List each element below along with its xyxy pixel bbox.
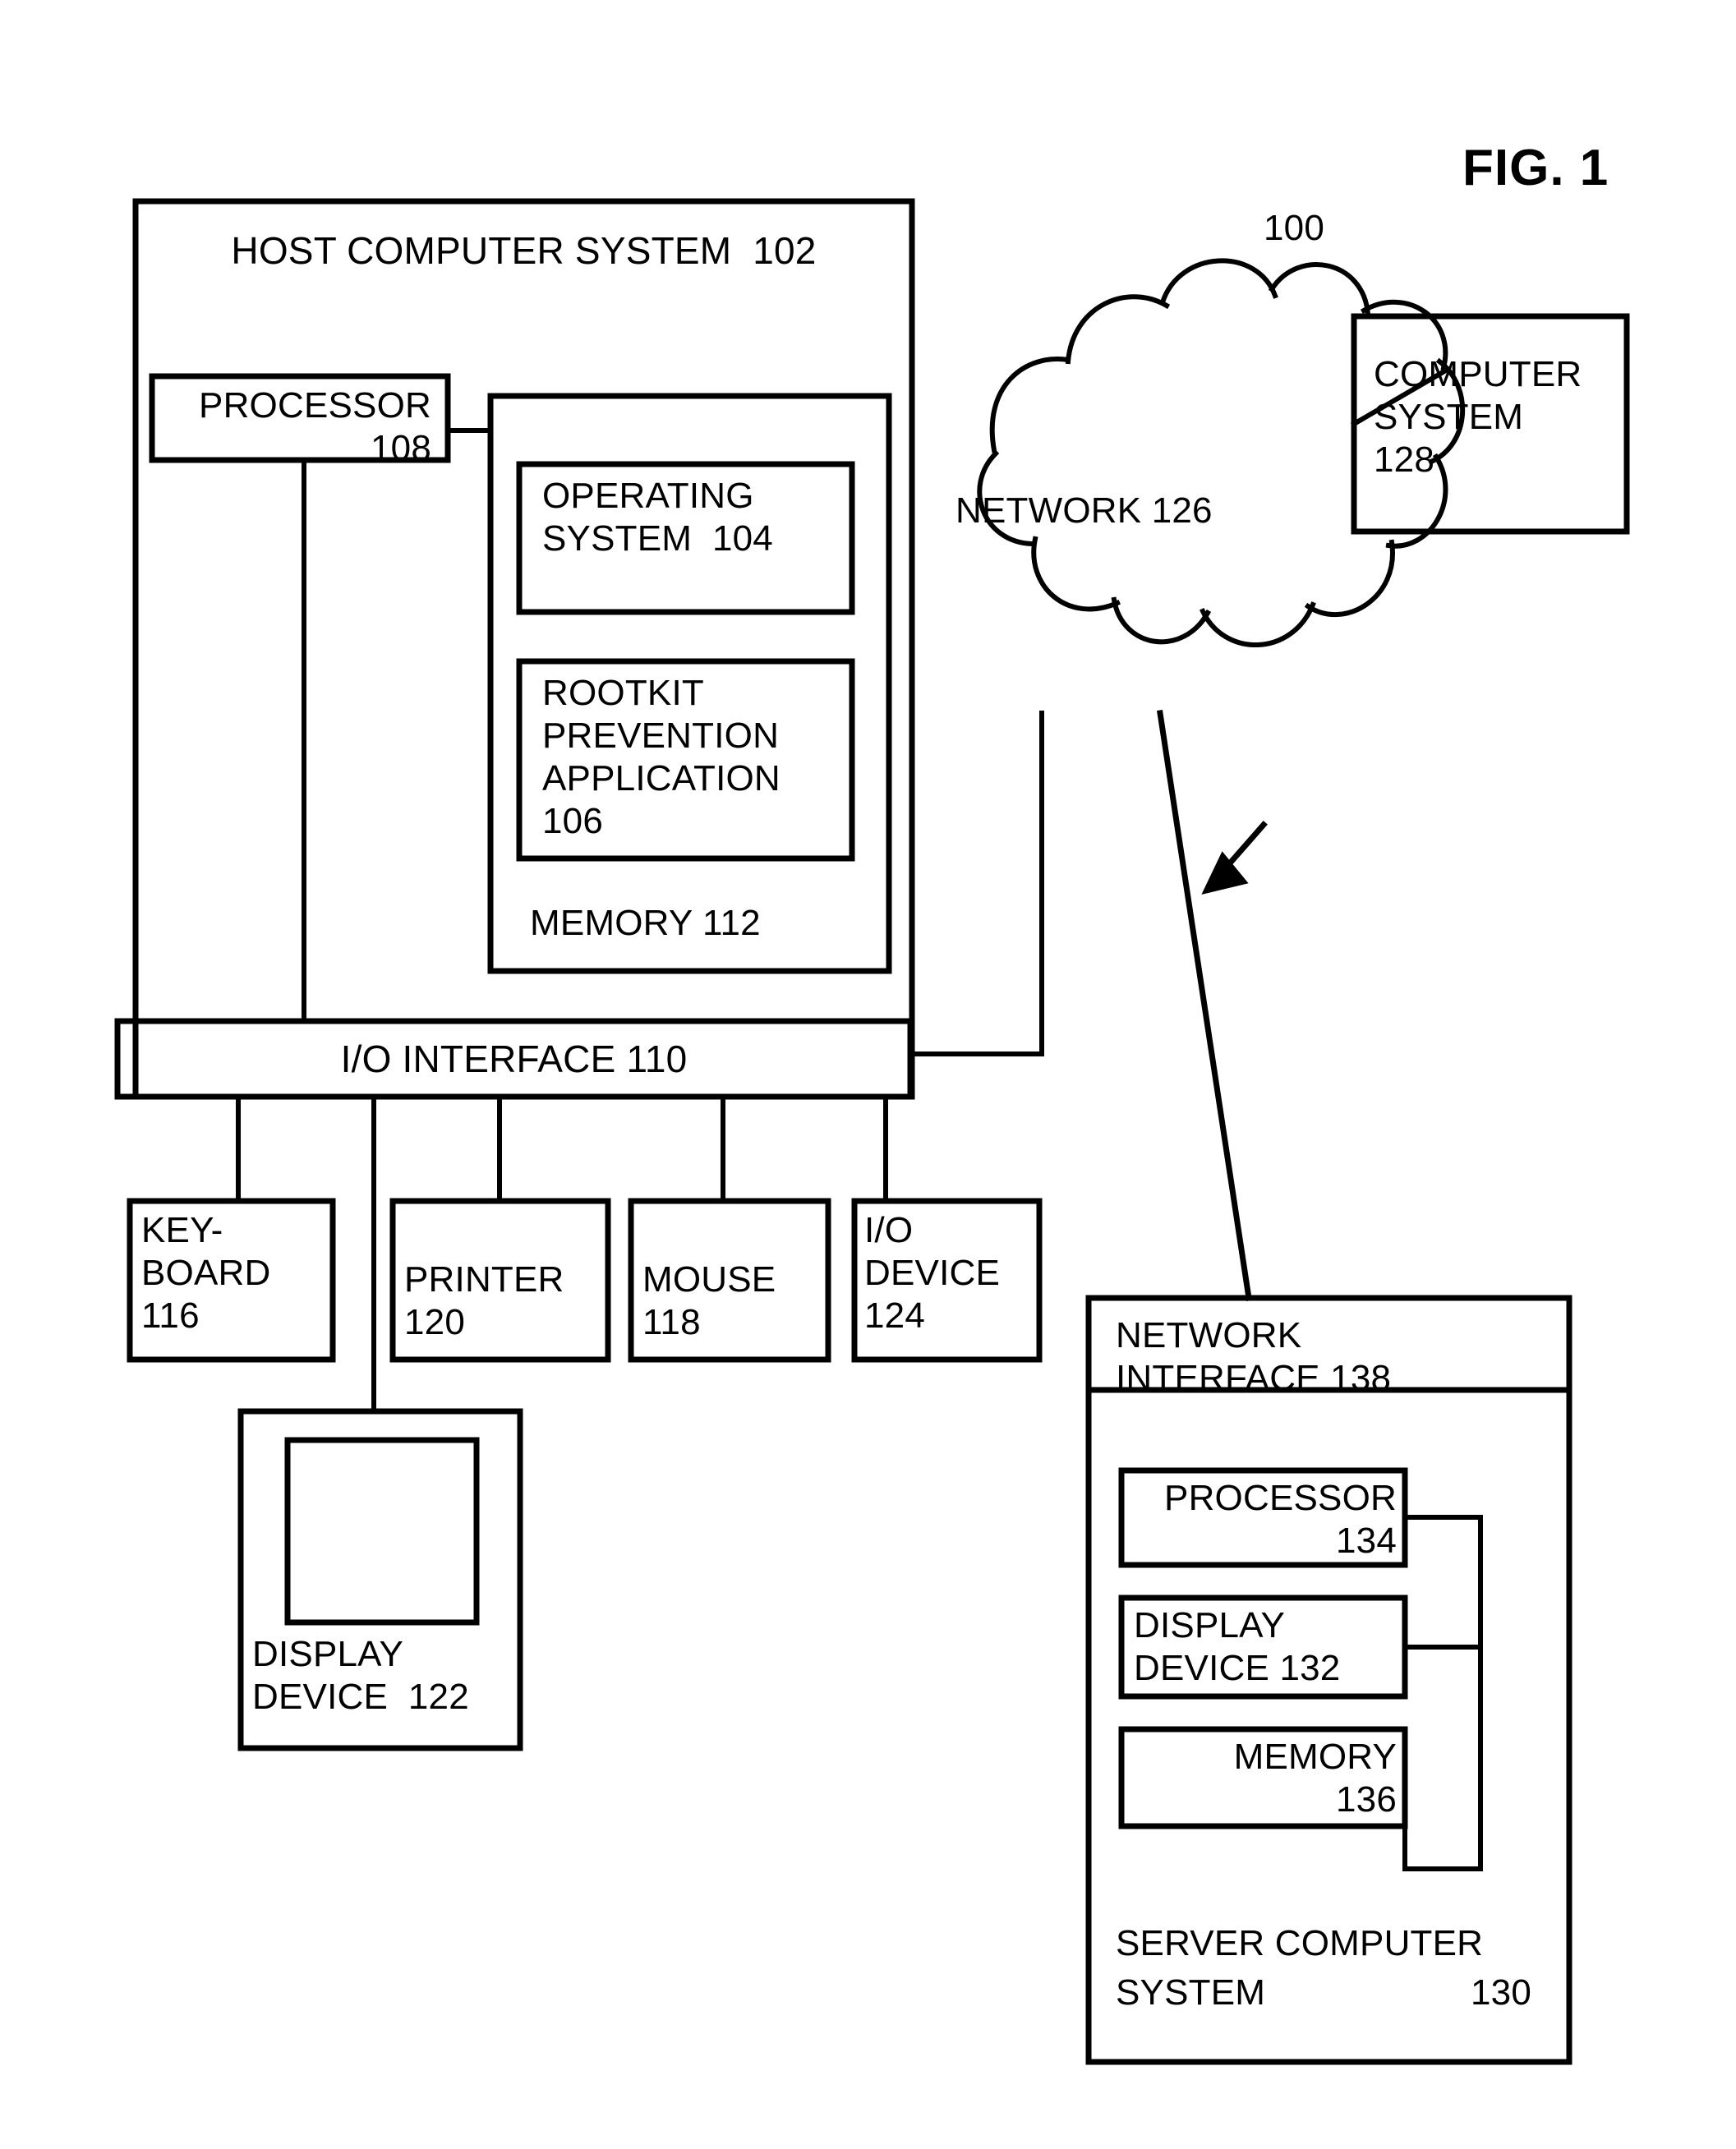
operating-system-label: OPERATING SYSTEM 104 xyxy=(542,476,773,559)
host-computer-system-box xyxy=(132,198,915,1100)
processor-label: PROCESSOR 108 xyxy=(199,385,431,468)
server-computer-system-number: 130 xyxy=(1471,1972,1532,2013)
io-interface-label: I/O INTERFACE 110 xyxy=(340,1038,688,1080)
io-interface-to-network-line xyxy=(908,711,1044,1056)
patent-figure-1: FIG. 1 100 HOST COMPUTER SYSTEM 102 PROC… xyxy=(0,0,1736,2149)
rootkit-prevention-application-label: ROOTKIT PREVENTION APPLICATION 106 xyxy=(542,673,781,841)
reference-numeral-100: 100 xyxy=(1264,208,1325,248)
computer-system-128-label: COMPUTER SYSTEM 128 xyxy=(1374,354,1582,480)
server-processor-label: PROCESSOR 134 xyxy=(1164,1478,1397,1561)
display-device-label: DISPLAY DEVICE 122 xyxy=(252,1634,469,1717)
memory-label: MEMORY 112 xyxy=(530,903,761,943)
server-display-device-label: DISPLAY DEVICE 132 xyxy=(1134,1605,1341,1688)
reference-100-arrowhead xyxy=(1201,851,1249,895)
display-screen-inner xyxy=(284,1437,480,1626)
io-device-label: I/O DEVICE 124 xyxy=(864,1210,1001,1336)
server-memory-label: MEMORY 136 xyxy=(1233,1737,1397,1820)
host-computer-system-title: HOST COMPUTER SYSTEM 102 xyxy=(231,229,817,272)
printer-label: PRINTER 120 xyxy=(404,1259,564,1342)
server-computer-system-title-line2: SYSTEM xyxy=(1116,1972,1266,2013)
network-to-server-line xyxy=(1157,710,1252,1301)
mouse-label: MOUSE 118 xyxy=(642,1259,776,1342)
server-computer-system-title-line1: SERVER COMPUTER xyxy=(1116,1923,1484,1963)
network-label: NETWORK 126 xyxy=(955,490,1213,531)
server-network-interface-label: NETWORK INTERFACE 138 xyxy=(1116,1315,1392,1398)
keyboard-label: KEY- BOARD 116 xyxy=(141,1210,271,1336)
figure-title: FIG. 1 xyxy=(1462,140,1609,196)
